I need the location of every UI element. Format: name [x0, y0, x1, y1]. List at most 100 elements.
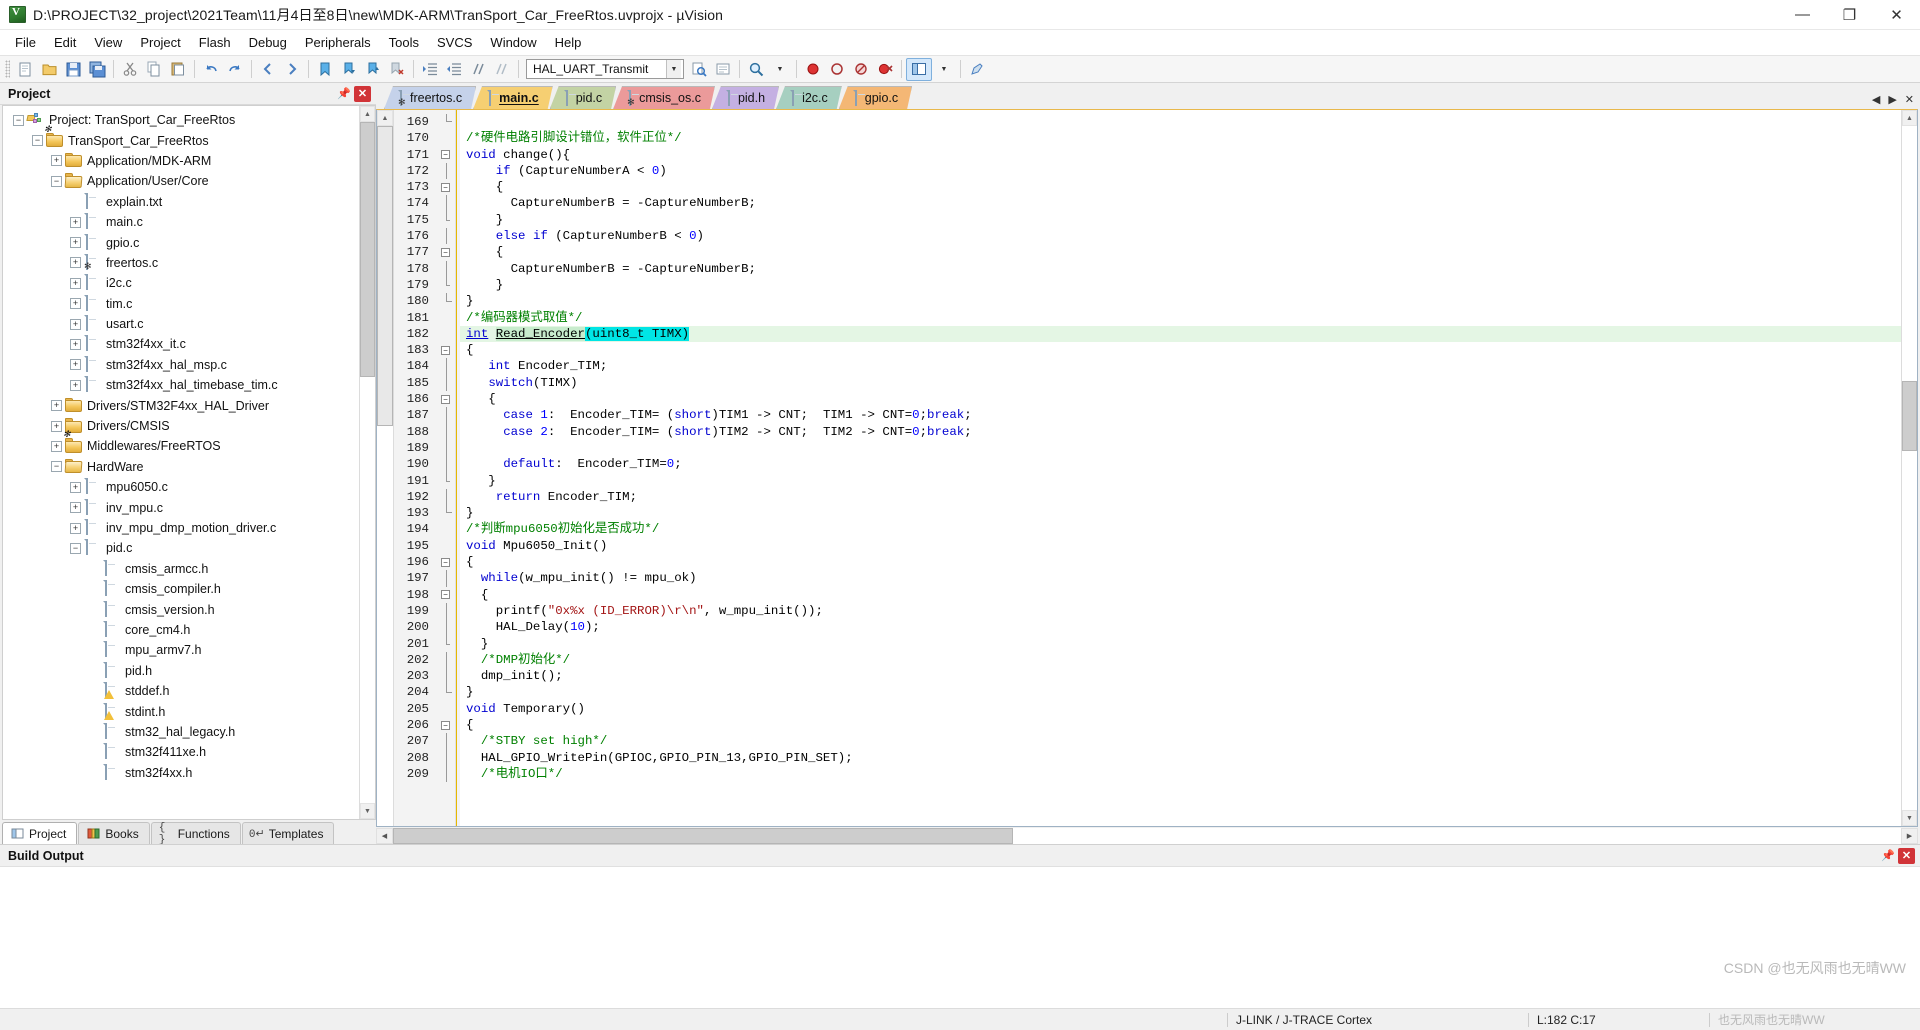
- undo-icon[interactable]: [199, 58, 223, 81]
- editor-horizontal-scrollbar[interactable]: ◀ ▶: [376, 827, 1918, 844]
- code-line[interactable]: /*电机IO口*/: [460, 766, 1901, 782]
- pane-tab-templates[interactable]: 0↵ Templates: [241, 822, 335, 844]
- kill-all-breakpoints-icon[interactable]: [873, 58, 897, 81]
- code-line[interactable]: else if (CaptureNumberB < 0): [460, 228, 1901, 244]
- code-line[interactable]: [460, 114, 1901, 130]
- fold-collapse-icon[interactable]: −: [441, 182, 450, 192]
- scroll-track[interactable]: [360, 122, 375, 803]
- minimize-button[interactable]: —: [1779, 0, 1826, 30]
- layout-dropdown-icon[interactable]: ▼: [932, 58, 956, 81]
- fold-marker[interactable]: −: [436, 179, 455, 195]
- project-tree-scrollbar[interactable]: ▲ ▼: [359, 106, 375, 819]
- disable-breakpoint-icon[interactable]: [825, 58, 849, 81]
- build-output-body[interactable]: CSDN @也无风雨也无晴WW: [0, 867, 1920, 1008]
- editor-scroll-up-icon[interactable]: ▲: [377, 110, 393, 126]
- editor-left-scrollbar[interactable]: ▲: [377, 110, 394, 826]
- hscroll-track[interactable]: [393, 827, 1901, 844]
- tree-expander-plus-icon[interactable]: +: [70, 298, 81, 310]
- paste-icon[interactable]: [166, 58, 190, 81]
- fold-marker[interactable]: −: [436, 391, 455, 407]
- tree-expander-plus-icon[interactable]: +: [51, 440, 62, 452]
- tree-expander-plus-icon[interactable]: +: [51, 155, 62, 167]
- tree-expander-minus-icon[interactable]: −: [51, 461, 62, 473]
- pane-tab-functions[interactable]: { } Functions: [150, 822, 241, 846]
- code-line[interactable]: dmp_init();: [460, 668, 1901, 684]
- code-line[interactable]: {: [460, 342, 1901, 358]
- bookmark-list-icon[interactable]: [711, 58, 735, 81]
- fold-marker[interactable]: −: [436, 342, 455, 358]
- tree-item[interactable]: + inv_mpu_dmp_motion_driver.c: [3, 518, 359, 538]
- code-line[interactable]: [460, 440, 1901, 456]
- code-line[interactable]: printf("0x%x (ID_ERROR)\r\n", w_mpu_init…: [460, 603, 1901, 619]
- editor-left-track[interactable]: [377, 126, 393, 826]
- pane-tab-project[interactable]: Project: [2, 822, 78, 844]
- code-line[interactable]: /*STBY set high*/: [460, 733, 1901, 749]
- fold-collapse-icon[interactable]: −: [441, 345, 450, 355]
- editor-tab-main-c[interactable]: main.c: [473, 86, 553, 109]
- build-pin-icon[interactable]: 📌: [1880, 848, 1896, 864]
- editor-tab-gpio-c[interactable]: gpio.c: [839, 86, 912, 109]
- pane-tab-books[interactable]: Books: [78, 822, 150, 844]
- code-area[interactable]: 169 170 171 172 173 174 175 176 177 178 179 180 181 1…: [394, 110, 1901, 826]
- bookmark-next-icon[interactable]: [361, 58, 385, 81]
- tree-item[interactable]: stm32_hal_legacy.h: [3, 722, 359, 742]
- menu-window[interactable]: Window: [481, 32, 545, 53]
- bookmark-prev-icon[interactable]: [337, 58, 361, 81]
- close-icon[interactable]: ✕: [354, 85, 371, 102]
- tree-item[interactable]: explain.txt: [3, 192, 359, 212]
- find-in-files-icon[interactable]: [687, 58, 711, 81]
- zoom-dropdown-icon[interactable]: ▼: [768, 58, 792, 81]
- tree-item[interactable]: + stm32f4xx_hal_msp.c: [3, 355, 359, 375]
- editor-tab-cmsis_os-c[interactable]: cmsis_os.c: [613, 86, 715, 109]
- tree-item[interactable]: + mpu6050.c: [3, 477, 359, 497]
- fold-collapse-icon[interactable]: −: [441, 720, 450, 730]
- editor-tab-freertos-c[interactable]: freertos.c: [384, 86, 476, 109]
- fold-collapse-icon[interactable]: −: [441, 557, 450, 567]
- scroll-thumb[interactable]: [360, 122, 375, 377]
- code-line[interactable]: }: [460, 212, 1901, 228]
- code-line[interactable]: return Encoder_TIM;: [460, 489, 1901, 505]
- menu-project[interactable]: Project: [131, 32, 189, 53]
- menu-debug[interactable]: Debug: [240, 32, 296, 53]
- bookmark-toggle-icon[interactable]: [313, 58, 337, 81]
- config-wizard-icon[interactable]: [965, 58, 989, 81]
- indent-icon[interactable]: [418, 58, 442, 81]
- editor-tab-i2c-c[interactable]: i2c.c: [776, 86, 842, 109]
- build-close-icon[interactable]: ✕: [1898, 847, 1915, 864]
- toolbar-grip-1[interactable]: [5, 60, 10, 78]
- tree-item[interactable]: + main.c: [3, 212, 359, 232]
- tree-expander-plus-icon[interactable]: +: [70, 216, 81, 228]
- code-line[interactable]: {: [460, 554, 1901, 570]
- tree-expander-plus-icon[interactable]: +: [70, 359, 81, 371]
- hscroll-right-icon[interactable]: ▶: [1901, 827, 1918, 844]
- tree-item[interactable]: + ✻ Middlewares/FreeRTOS: [3, 429, 359, 456]
- code-line[interactable]: void Mpu6050_Init(): [460, 538, 1901, 554]
- tree-expander-plus-icon[interactable]: +: [70, 522, 81, 534]
- tree-item[interactable]: core_cm4.h: [3, 620, 359, 640]
- code-line[interactable]: int Encoder_TIM;: [460, 358, 1901, 374]
- menu-flash[interactable]: Flash: [190, 32, 240, 53]
- hscroll-thumb[interactable]: [393, 827, 1013, 844]
- code-line[interactable]: {: [460, 244, 1901, 260]
- code-line[interactable]: int Read_Encoder(uint8_t TIMX): [460, 325, 1901, 343]
- fold-collapse-icon[interactable]: −: [441, 150, 450, 160]
- tree-expander-plus-icon[interactable]: +: [70, 257, 81, 269]
- copy-icon[interactable]: [142, 58, 166, 81]
- menu-edit[interactable]: Edit: [45, 32, 85, 53]
- code-line[interactable]: case 2: Encoder_TIM= (short)TIM2 -> CNT;…: [460, 424, 1901, 440]
- tab-close-icon[interactable]: ✕: [1905, 93, 1914, 106]
- editor-r-scroll-up-icon[interactable]: ▲: [1902, 110, 1917, 126]
- fold-marker[interactable]: −: [436, 554, 455, 570]
- tree-expander-minus-icon[interactable]: −: [13, 114, 24, 126]
- tree-expander-plus-icon[interactable]: +: [70, 277, 81, 289]
- tree-expander-plus-icon[interactable]: +: [70, 318, 81, 330]
- tree-item[interactable]: + i2c.c: [3, 273, 359, 293]
- project-tree[interactable]: − Project: TranSport_Car_FreeRtos − ✻ TranSp…: [3, 106, 359, 819]
- tab-next-icon[interactable]: ▶: [1888, 93, 1896, 106]
- editor-right-scrollbar[interactable]: ▲ ▼: [1901, 110, 1917, 826]
- code-line[interactable]: /*编码器模式取值*/: [460, 310, 1901, 326]
- tree-item[interactable]: stm32f411xe.h: [3, 742, 359, 762]
- tree-item[interactable]: + usart.c: [3, 314, 359, 334]
- code-line[interactable]: {: [460, 587, 1901, 603]
- tree-expander-minus-icon[interactable]: −: [51, 175, 62, 187]
